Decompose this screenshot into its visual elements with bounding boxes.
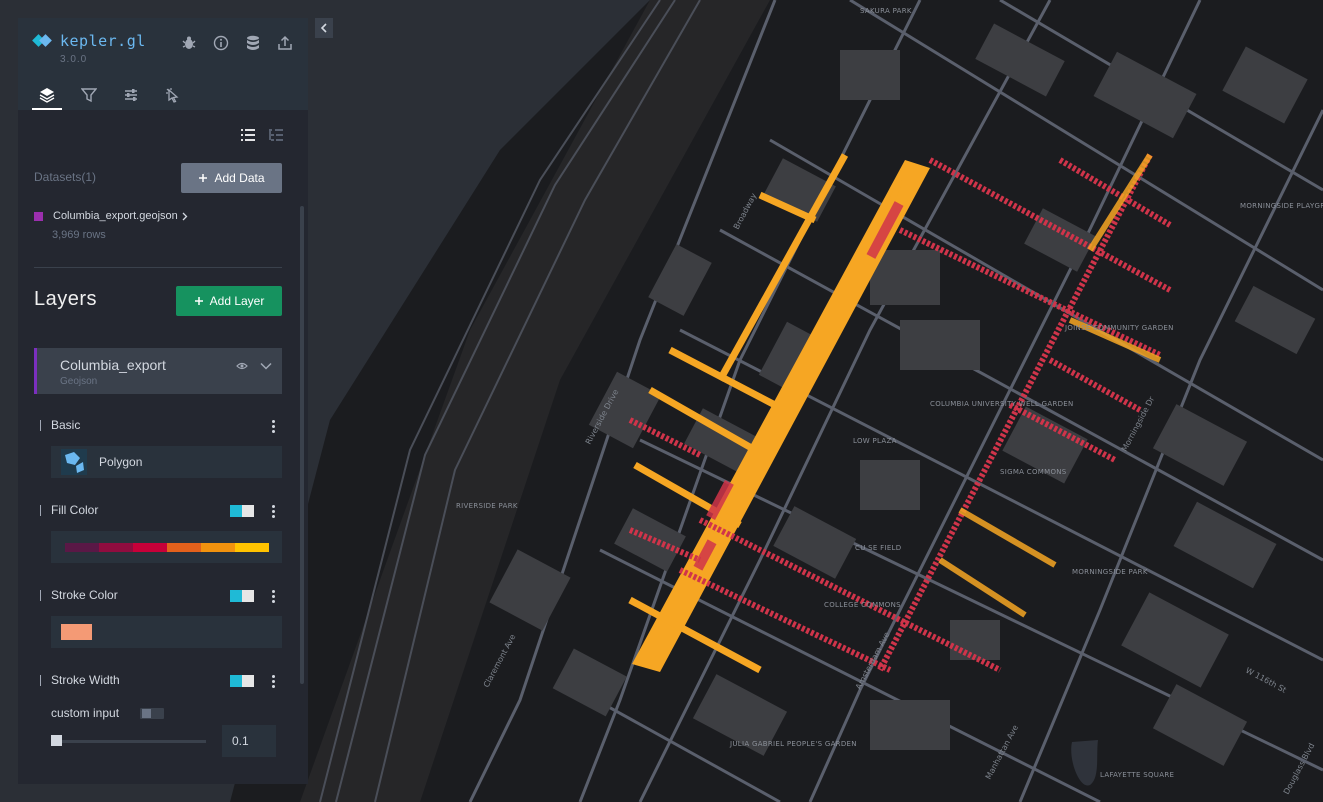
map-label: JOINSE COMMUNITY GARDEN xyxy=(1064,324,1174,332)
map-label: COLLEGE COMMONS xyxy=(824,601,901,609)
database-icon[interactable] xyxy=(244,34,262,52)
add-layer-label: Add Layer xyxy=(209,294,265,308)
stroke-width-toggle[interactable] xyxy=(230,675,254,687)
stroke-width-slider-track[interactable] xyxy=(56,740,206,743)
divider xyxy=(34,267,282,268)
custom-input-switch[interactable] xyxy=(140,708,164,719)
side-panel-body: Datasets(1) Add Data Columbia_export.geo… xyxy=(18,110,308,784)
more-options-icon[interactable] xyxy=(271,590,275,603)
fill-color-range-selector[interactable] xyxy=(51,531,282,563)
chevron-down-icon[interactable] xyxy=(260,362,272,370)
chevron-left-icon xyxy=(320,23,327,33)
app-logo: kepler.gl xyxy=(32,32,146,50)
color-ramp-step xyxy=(133,543,167,552)
layer-type-value: Polygon xyxy=(99,455,143,469)
dataset-row-count: 3,969 rows xyxy=(52,229,106,241)
interaction-icon xyxy=(166,88,179,103)
color-ramp xyxy=(65,543,269,552)
stroke-width-label: Stroke Width xyxy=(40,674,120,686)
plus-icon xyxy=(199,174,208,182)
basic-section-label: Basic xyxy=(40,419,80,431)
layer-panel-header[interactable]: Columbia_export Geojson xyxy=(34,348,282,394)
stroke-color-selector[interactable] xyxy=(51,616,282,648)
scrollbar[interactable] xyxy=(300,206,304,684)
color-ramp-step xyxy=(65,543,99,552)
dataset-name: Columbia_export.geojson xyxy=(53,210,178,222)
custom-input-label: custom input xyxy=(51,706,120,720)
fill-color-toggle[interactable] xyxy=(230,505,254,517)
dataset-item[interactable]: Columbia_export.geojson xyxy=(34,210,188,222)
filter-icon xyxy=(81,88,97,103)
map-label: MORNINGSIDE PARK xyxy=(1072,568,1148,576)
layer-type: Geojson xyxy=(60,376,98,387)
color-ramp-step xyxy=(235,543,269,552)
stroke-color-label: Stroke Color xyxy=(40,589,118,601)
color-ramp-step xyxy=(167,543,201,552)
layers-heading: Layers xyxy=(34,288,98,310)
map-label: LAFAYETTE SQUARE xyxy=(1100,771,1174,779)
map-label: MORNINGSIDE PLAYGROUND xyxy=(1240,202,1323,210)
more-options-icon[interactable] xyxy=(271,505,275,518)
map-label: CU SE FIELD xyxy=(855,544,901,552)
kepler-logo-icon xyxy=(32,34,52,48)
plus-icon xyxy=(194,297,203,305)
stroke-color-toggle[interactable] xyxy=(230,590,254,602)
layers-icon xyxy=(39,88,55,103)
add-data-label: Add Data xyxy=(214,171,265,185)
map-label: COLUMBIA UNIVERSITY WELL GARDEN xyxy=(930,400,1074,408)
bug-icon[interactable] xyxy=(180,34,198,52)
tab-layers[interactable] xyxy=(32,80,62,110)
more-options-icon[interactable] xyxy=(271,420,275,433)
chevron-right-icon xyxy=(182,212,188,220)
add-data-button[interactable]: Add Data xyxy=(181,163,282,193)
fill-color-label: Fill Color xyxy=(40,504,98,516)
stroke-width-input[interactable]: 0.1 xyxy=(222,725,276,757)
share-icon[interactable] xyxy=(276,34,294,52)
color-ramp-step xyxy=(99,543,133,552)
layer-name[interactable]: Columbia_export xyxy=(60,357,166,373)
tab-interactions[interactable] xyxy=(116,80,146,110)
side-panel: kepler.gl 3.0.0 Datasets(1) Add Data Col… xyxy=(18,18,308,784)
info-icon[interactable] xyxy=(212,34,230,52)
app-version: 3.0.0 xyxy=(60,54,88,65)
map-label: SAKURA PARK xyxy=(860,7,912,15)
collapse-sidebar-button[interactable] xyxy=(315,18,333,38)
polygon-icon xyxy=(61,449,87,475)
datasets-label: Datasets(1) xyxy=(34,170,97,184)
dataset-color-swatch xyxy=(34,211,43,221)
map-label: LOW PLAZA xyxy=(853,437,897,445)
app-title: kepler.gl xyxy=(60,32,146,50)
map-label: SIGMA COMMONS xyxy=(1000,468,1067,476)
side-panel-header: kepler.gl 3.0.0 xyxy=(18,18,308,110)
add-layer-button[interactable]: Add Layer xyxy=(176,286,282,316)
stroke-width-slider-handle[interactable] xyxy=(51,735,62,746)
tree-view-icon[interactable] xyxy=(268,128,284,142)
color-ramp-step xyxy=(201,543,235,552)
list-view-icon[interactable] xyxy=(240,128,256,142)
map-label: RIVERSIDE PARK xyxy=(456,502,518,510)
layer-type-selector[interactable]: Polygon xyxy=(51,446,282,478)
tab-filters[interactable] xyxy=(74,80,104,110)
sliders-icon xyxy=(125,89,137,101)
more-options-icon[interactable] xyxy=(271,675,275,688)
layer-list-view-toggle xyxy=(240,128,284,142)
panel-tabs xyxy=(32,80,188,110)
eye-icon[interactable] xyxy=(236,362,248,370)
stroke-color-swatch xyxy=(61,624,92,640)
tab-map-style[interactable] xyxy=(158,80,188,110)
map-label: JULIA GABRIEL PEOPLE'S GARDEN xyxy=(729,740,857,748)
